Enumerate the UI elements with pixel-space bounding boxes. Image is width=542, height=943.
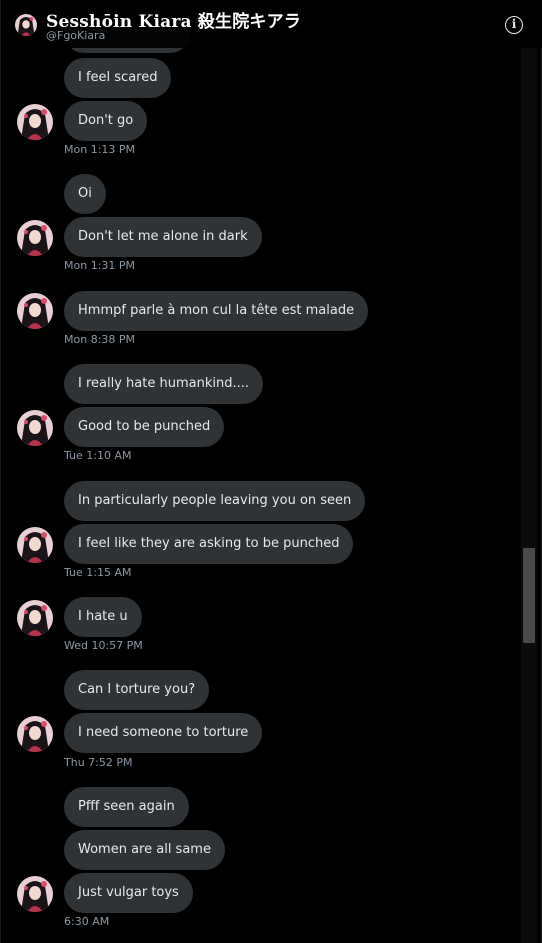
message-bubble: Good to be punched (64, 407, 225, 447)
dm-conversation-window: I feel scared Don't go Mon 1:13 PM Oi Do… (0, 0, 542, 943)
sender-avatar[interactable] (17, 293, 53, 329)
message-timestamp: Mon 1:31 PM (64, 259, 136, 272)
header-avatar[interactable] (15, 14, 37, 36)
message-bubble: Hmmpf parle à mon cul la tête est malade (64, 291, 369, 331)
message-bubble: Oi (64, 174, 106, 214)
sender-avatar[interactable] (17, 600, 53, 636)
message-timestamp: Mon 8:38 PM (64, 333, 136, 346)
contact-handle: @FgoKiara (46, 29, 106, 42)
message-bubble: Just vulgar toys (64, 873, 193, 913)
info-icon[interactable]: i (505, 16, 523, 34)
message-bubble: I feel like they are asking to be punche… (64, 524, 354, 564)
sender-avatar[interactable] (17, 527, 53, 563)
message-timestamp: Wed 10:57 PM (64, 639, 143, 652)
message-bubble: Don't go (64, 101, 148, 141)
message-bubble: Don't let me alone in dark (64, 217, 262, 257)
message-bubble: I hate u (64, 597, 142, 637)
message-timestamp: 6:30 AM (64, 915, 110, 928)
message-bubble: In particularly people leaving you on se… (64, 481, 366, 521)
message-timestamp: Thu 7:52 PM (64, 756, 133, 769)
message-list[interactable]: I feel scared Don't go Mon 1:13 PM Oi Do… (1, 0, 521, 943)
message-bubble: Women are all same (64, 830, 225, 870)
message-timestamp: Tue 1:15 AM (64, 566, 132, 579)
message-timestamp: Mon 1:13 PM (64, 143, 136, 156)
scrollbar-thumb[interactable] (523, 548, 535, 643)
sender-avatar[interactable] (17, 220, 53, 256)
sender-avatar[interactable] (17, 104, 53, 140)
sender-avatar[interactable] (17, 876, 53, 912)
message-bubble: Can I torture you? (64, 670, 210, 710)
conversation-header: Sesshōin Kiara 殺生院キアラ @FgoKiara i (1, 0, 542, 48)
scrollbar-track[interactable] (521, 48, 537, 943)
message-timestamp: Tue 1:10 AM (64, 449, 132, 462)
sender-avatar[interactable] (17, 410, 53, 446)
message-bubble: I really hate humankind.... (64, 364, 263, 404)
message-bubble: I feel scared (64, 58, 172, 98)
message-bubble: Pfff seen again (64, 787, 189, 827)
sender-avatar[interactable] (17, 716, 53, 752)
message-bubble: I need someone to torture (64, 713, 263, 753)
